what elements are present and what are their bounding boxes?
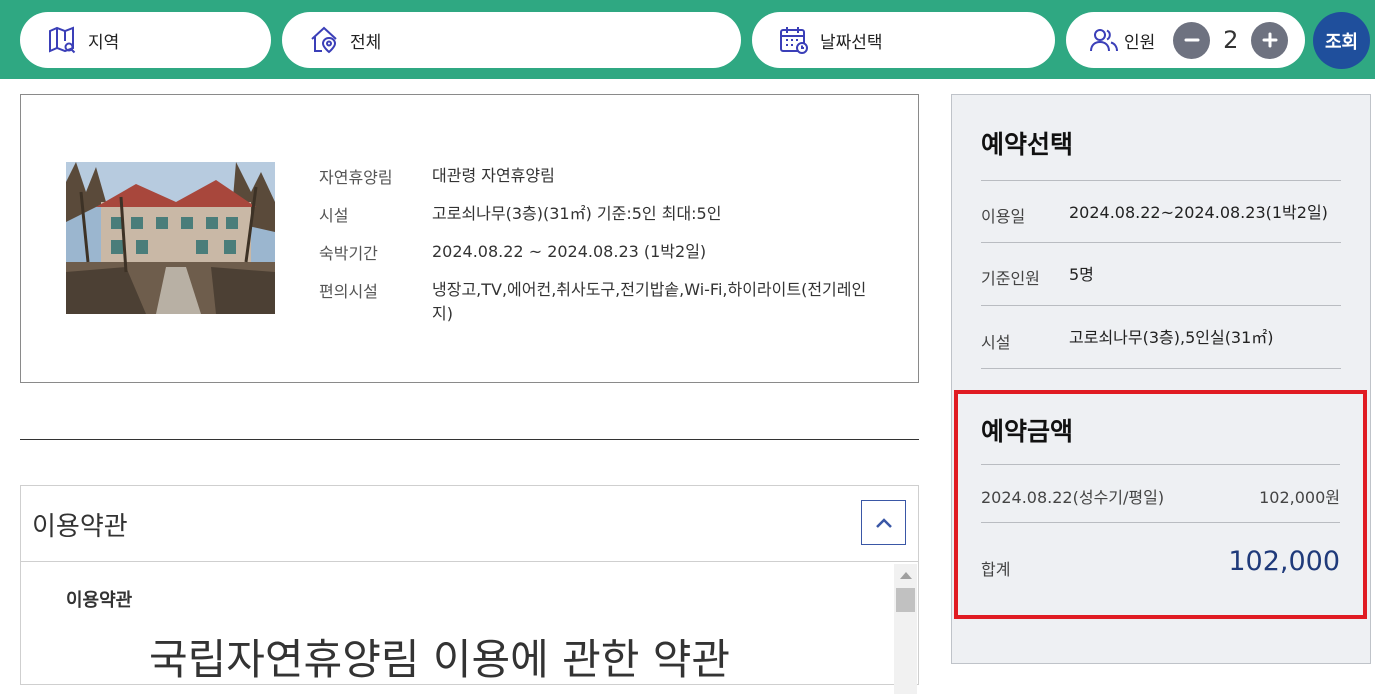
facility-info-card: 자연휴양림 대관령 자연휴양림 시설 고로쇠나무(3층)(31㎡) 기준:5인 … xyxy=(20,94,919,383)
decrease-people-button[interactable] xyxy=(1173,21,1211,59)
reservation-key: 이용일 xyxy=(981,207,1026,226)
terms-heading: 국립자연휴양림 이용에 관한 약관 xyxy=(149,635,731,684)
reservation-value: 2024.08.22~2024.08.23(1박2일) xyxy=(1069,203,1328,222)
terms-section: 이용약관 이용약관 국립자연휴양림 이용에 관한 약관 xyxy=(20,485,919,694)
scroll-thumb[interactable] xyxy=(896,588,915,612)
amount-title: 예약금액 xyxy=(981,417,1074,446)
people-label: 인원 xyxy=(1124,32,1156,53)
facility-photo xyxy=(66,162,275,314)
section-divider xyxy=(20,439,919,440)
reservation-key: 기준인원 xyxy=(981,269,1040,288)
minus-icon xyxy=(1184,38,1200,42)
calendar-icon xyxy=(778,24,810,56)
amount-line-price: 102,000원 xyxy=(1259,488,1340,507)
people-count: 2 xyxy=(1223,26,1239,54)
info-key: 시설 xyxy=(319,206,349,225)
date-selector[interactable]: 날짜선택 xyxy=(752,12,1055,68)
collapse-terms-button[interactable] xyxy=(861,500,906,545)
reservation-amount-box: 예약금액 2024.08.22(성수기/평일) 102,000원 합계 102,… xyxy=(954,390,1367,619)
info-value: 냉장고,TV,에어컨,취사도구,전기밥솥,Wi-Fi,하이라이트(전기레인지) xyxy=(432,280,867,323)
divider xyxy=(981,464,1340,465)
divider xyxy=(981,368,1341,369)
plus-icon xyxy=(1262,32,1278,48)
total-label: 합계 xyxy=(981,560,1011,579)
reservation-value: 5명 xyxy=(1069,265,1094,284)
forest-selector[interactable]: 전체 xyxy=(282,12,741,68)
reservation-value: 고로쇠나무(3층),5인실(31㎡) xyxy=(1069,328,1274,347)
info-value: 2024.08.22 ~ 2024.08.23 (1박2일) xyxy=(432,242,707,261)
info-value: 대관령 자연휴양림 xyxy=(432,166,555,185)
reservation-key: 시설 xyxy=(981,333,1011,352)
reservation-title: 예약선택 xyxy=(981,130,1074,159)
amount-line-date: 2024.08.22(성수기/평일) xyxy=(981,488,1165,507)
increase-people-button[interactable] xyxy=(1251,21,1289,59)
chevron-up-icon xyxy=(875,517,892,528)
map-icon xyxy=(46,24,78,56)
divider xyxy=(981,305,1341,306)
forest-label: 전체 xyxy=(350,32,382,53)
search-button[interactable]: 조회 xyxy=(1313,12,1370,69)
divider xyxy=(981,522,1340,523)
search-bar: 지역 전체 날짜선택 인원 2 조회 xyxy=(0,0,1375,79)
info-key: 자연휴양림 xyxy=(319,168,393,187)
region-label: 지역 xyxy=(88,32,120,53)
date-label: 날짜선택 xyxy=(820,32,883,53)
scroll-up-arrow-icon[interactable] xyxy=(900,572,912,579)
people-selector: 인원 2 xyxy=(1066,12,1305,68)
divider xyxy=(981,242,1341,243)
total-amount: 102,000 xyxy=(1228,546,1340,577)
terms-scrollbar[interactable] xyxy=(894,564,917,694)
location-pin-icon xyxy=(308,24,340,56)
info-key: 숙박기간 xyxy=(319,244,378,263)
terms-header: 이용약관 xyxy=(21,486,918,562)
terms-subtitle: 이용약관 xyxy=(66,590,133,611)
divider xyxy=(981,180,1341,181)
info-key: 편의시설 xyxy=(319,282,378,301)
people-icon xyxy=(1088,24,1120,56)
terms-title: 이용약관 xyxy=(32,512,128,542)
region-selector[interactable]: 지역 xyxy=(20,12,271,68)
info-value: 고로쇠나무(3층)(31㎡) 기준:5인 최대:5인 xyxy=(432,204,722,223)
